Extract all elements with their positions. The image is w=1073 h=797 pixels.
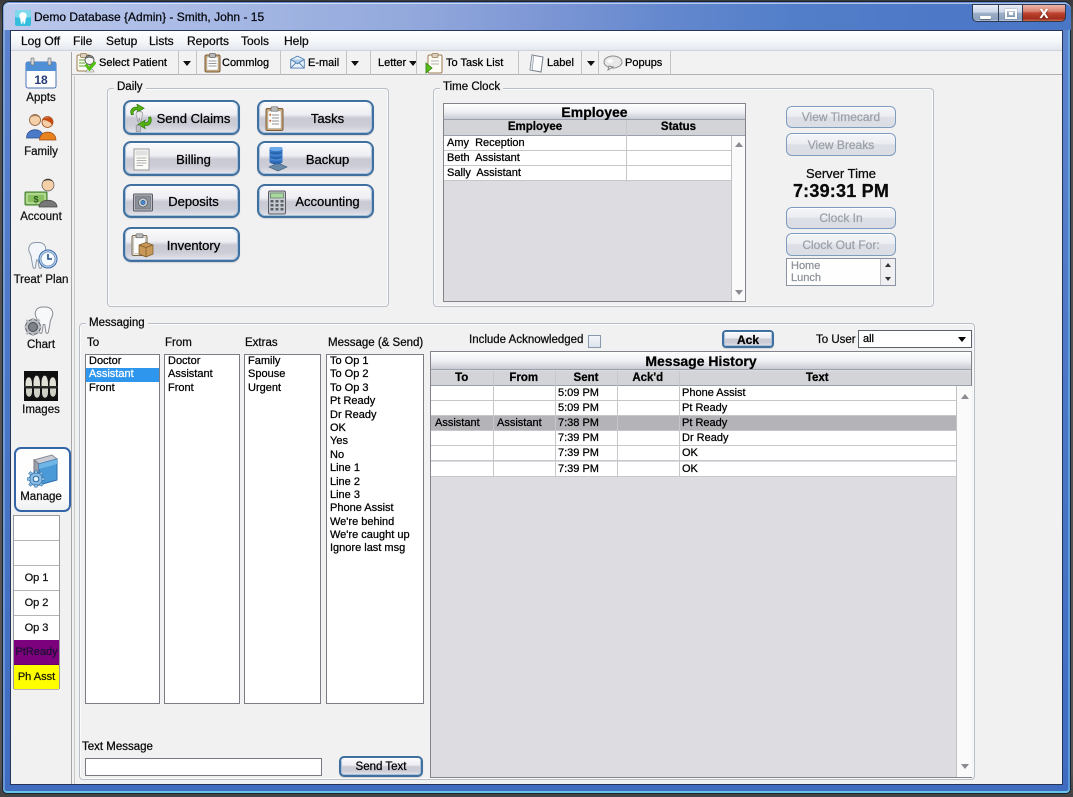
svg-text:$: $ (33, 195, 38, 205)
svg-text:18: 18 (34, 73, 48, 87)
